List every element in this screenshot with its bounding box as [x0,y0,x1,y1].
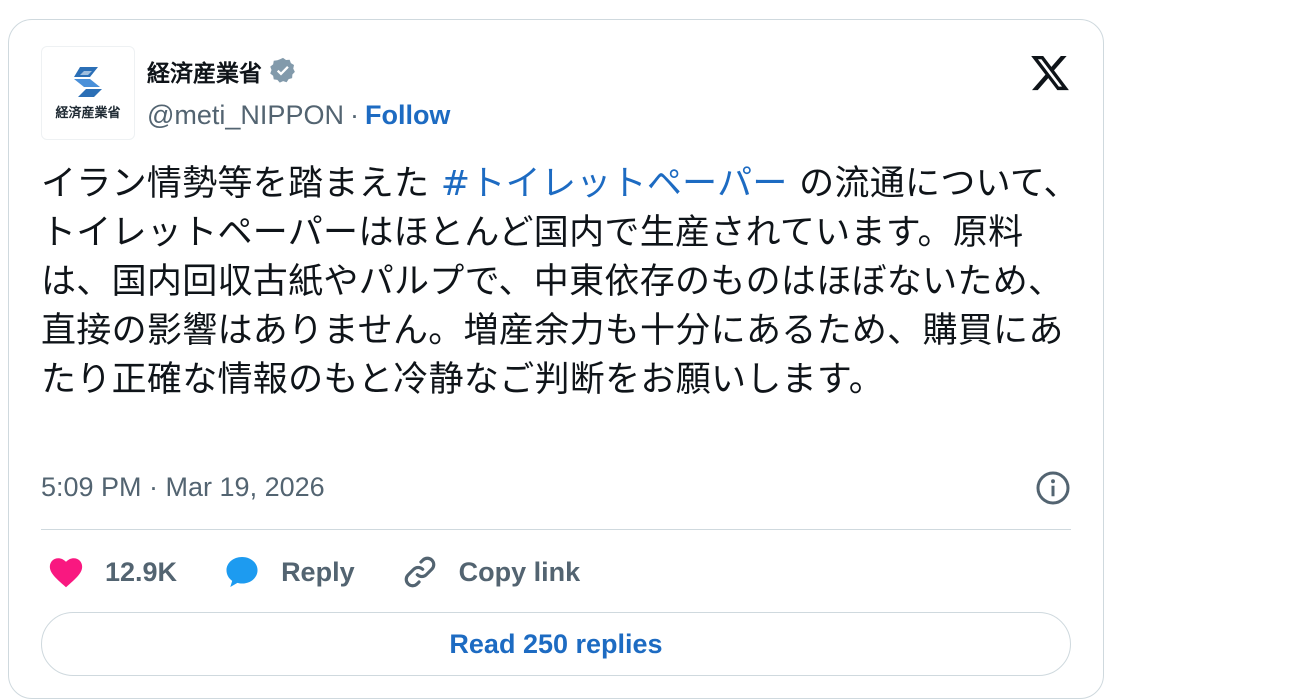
like-count: 12.9K [105,556,178,587]
reply-button[interactable]: Reply [223,553,355,591]
avatar-caption: 経済産業省 [55,106,121,121]
handle-row: @meti_NIPPON · Follow [147,100,450,131]
avatar[interactable]: 経済産業省 [41,46,135,140]
like-button[interactable]: 12.9K [47,553,177,591]
reply-label: Reply [281,556,355,587]
separator-dot: · [349,100,359,130]
display-name[interactable]: 経済産業省 [147,54,262,88]
info-icon[interactable] [1035,470,1071,506]
tweet-header: 経済産業省 経済産業省 @meti_NIPPON · Follow [41,46,1071,140]
hashtag-link[interactable]: #トイレットペーパー [441,164,788,204]
name-row: 経済産業省 [147,54,298,88]
copy-link-button[interactable]: Copy link [401,553,581,591]
tweet-text: イラン情勢等を踏まえた #トイレットペーパー の流通について、トイレットペーパー… [41,160,1081,405]
tweet-card: 経済産業省 経済産業省 @meti_NIPPON · Follow イラン情勢等… [8,19,1104,699]
follow-link[interactable]: Follow [365,100,450,131]
speech-bubble-icon [226,556,258,588]
tweet-text-before: イラン情勢等を踏まえた [41,164,441,204]
tweet-timestamp[interactable]: 5:09 PM · Mar 19, 2026 [41,472,325,503]
divider [41,529,1071,530]
copy-link-label: Copy link [458,556,581,587]
read-replies-button[interactable]: Read 250 replies [41,612,1071,676]
x-logo-icon[interactable] [1029,52,1071,94]
heart-icon [49,558,83,588]
meti-logo-icon [74,67,102,97]
action-bar: 12.9K Reply Copy link [47,548,626,596]
link-icon [404,556,435,588]
verified-badge-icon[interactable] [268,56,298,86]
author-handle[interactable]: @meti_NIPPON [147,100,344,131]
